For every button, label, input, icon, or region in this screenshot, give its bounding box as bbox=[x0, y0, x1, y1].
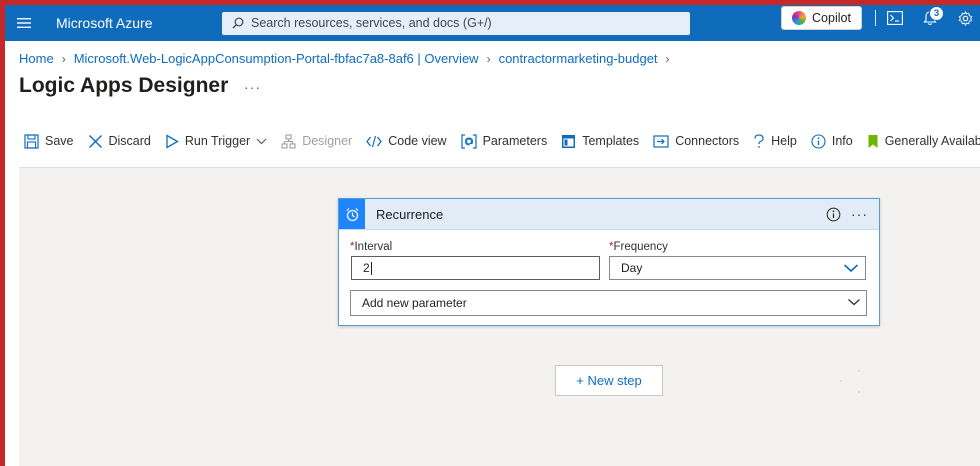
help-label: Help bbox=[771, 134, 797, 148]
chevron-right-icon: › bbox=[486, 51, 491, 66]
settings-gear-icon[interactable] bbox=[955, 8, 975, 28]
search-placeholder: Search resources, services, and docs (G+… bbox=[251, 16, 492, 30]
run-trigger-button[interactable]: Run Trigger bbox=[165, 133, 267, 149]
generally-available-label: Generally Available D bbox=[884, 134, 980, 148]
designer-toolbar: Save Discard Run Trigger Designer Code v… bbox=[24, 131, 980, 151]
breadcrumb: Home › Microsoft.Web-LogicAppConsumption… bbox=[19, 51, 678, 66]
breadcrumb-logic-app[interactable]: contractormarketing-budget bbox=[499, 51, 658, 66]
notification-count-badge: 3 bbox=[929, 6, 944, 21]
cloud-shell-icon[interactable] bbox=[885, 8, 905, 28]
recurrence-card-header[interactable]: Recurrence ··· bbox=[339, 199, 879, 230]
code-icon bbox=[366, 135, 383, 147]
discard-label: Discard bbox=[108, 134, 151, 148]
left-accent-strip bbox=[0, 0, 5, 466]
add-new-parameter-label: Add new parameter bbox=[362, 296, 467, 310]
text-caret bbox=[370, 261, 372, 275]
search-icon bbox=[232, 17, 244, 29]
chevron-right-icon: › bbox=[61, 51, 66, 66]
recurrence-title: Recurrence bbox=[376, 206, 444, 222]
info-label: Info bbox=[831, 134, 853, 148]
hamburger-menu-icon[interactable] bbox=[9, 8, 39, 38]
connectors-button[interactable]: Connectors bbox=[653, 134, 739, 148]
play-icon bbox=[166, 133, 179, 149]
copilot-label: Copilot bbox=[812, 11, 851, 25]
chevron-down-icon bbox=[256, 138, 267, 144]
page-more-button[interactable]: ··· bbox=[244, 79, 261, 95]
interval-label-text: Interval bbox=[354, 241, 393, 253]
connectors-icon bbox=[653, 134, 669, 148]
info-button[interactable]: Info bbox=[811, 133, 853, 149]
new-step-button[interactable]: + New step bbox=[555, 365, 663, 396]
close-icon bbox=[88, 134, 102, 148]
copilot-icon bbox=[792, 11, 807, 25]
save-button[interactable]: Save bbox=[24, 133, 74, 149]
question-mark-icon bbox=[754, 133, 764, 148]
interval-input[interactable]: 2 bbox=[351, 256, 600, 280]
info-icon[interactable] bbox=[823, 204, 843, 224]
frequency-label: *Frequency bbox=[609, 241, 668, 253]
chevron-right-icon: › bbox=[665, 51, 670, 66]
generally-available-button[interactable]: Generally Available D bbox=[867, 134, 980, 149]
designer-button[interactable]: Designer bbox=[281, 133, 353, 149]
topbar-divider bbox=[875, 10, 876, 26]
info-icon bbox=[811, 133, 826, 149]
frequency-value: Day bbox=[621, 261, 643, 275]
brand-title[interactable]: Microsoft Azure bbox=[56, 15, 222, 31]
bookmark-icon bbox=[868, 134, 878, 148]
canvas-dots-decoration bbox=[840, 370, 860, 393]
top-accent-strip bbox=[0, 0, 980, 5]
help-button[interactable]: Help bbox=[753, 133, 797, 149]
breadcrumb-resource-group[interactable]: Microsoft.Web-LogicAppConsumption-Portal… bbox=[74, 51, 479, 66]
run-trigger-label: Run Trigger bbox=[184, 134, 251, 148]
chevron-down-icon bbox=[843, 264, 859, 273]
designer-label: Designer bbox=[302, 134, 353, 148]
chevron-down-icon bbox=[848, 299, 860, 306]
frequency-label-text: Frequency bbox=[613, 241, 668, 253]
frequency-select[interactable]: Day bbox=[609, 256, 866, 280]
code-view-label: Code view bbox=[388, 134, 447, 148]
parameters-icon bbox=[460, 133, 477, 149]
breadcrumb-home[interactable]: Home bbox=[19, 51, 54, 66]
templates-button[interactable]: Templates bbox=[561, 134, 639, 149]
templates-icon bbox=[562, 134, 576, 148]
discard-button[interactable]: Discard bbox=[88, 134, 151, 149]
global-search-input[interactable]: Search resources, services, and docs (G+… bbox=[222, 11, 690, 35]
code-view-button[interactable]: Code view bbox=[366, 134, 447, 148]
parameters-button[interactable]: Parameters bbox=[460, 133, 548, 149]
save-label: Save bbox=[45, 134, 74, 148]
add-new-parameter-dropdown[interactable]: Add new parameter bbox=[350, 290, 867, 316]
interval-label: *Interval bbox=[350, 241, 392, 253]
page-title: Logic Apps Designer bbox=[19, 74, 229, 97]
designer-icon bbox=[281, 133, 296, 149]
parameters-label: Parameters bbox=[482, 134, 548, 148]
save-icon bbox=[24, 133, 39, 149]
alarm-clock-icon bbox=[339, 199, 365, 229]
card-more-options-button[interactable]: ··· bbox=[851, 206, 873, 222]
connectors-label: Connectors bbox=[675, 134, 740, 148]
interval-value: 2 bbox=[363, 261, 370, 275]
templates-label: Templates bbox=[582, 134, 640, 148]
copilot-button[interactable]: Copilot bbox=[781, 6, 862, 30]
